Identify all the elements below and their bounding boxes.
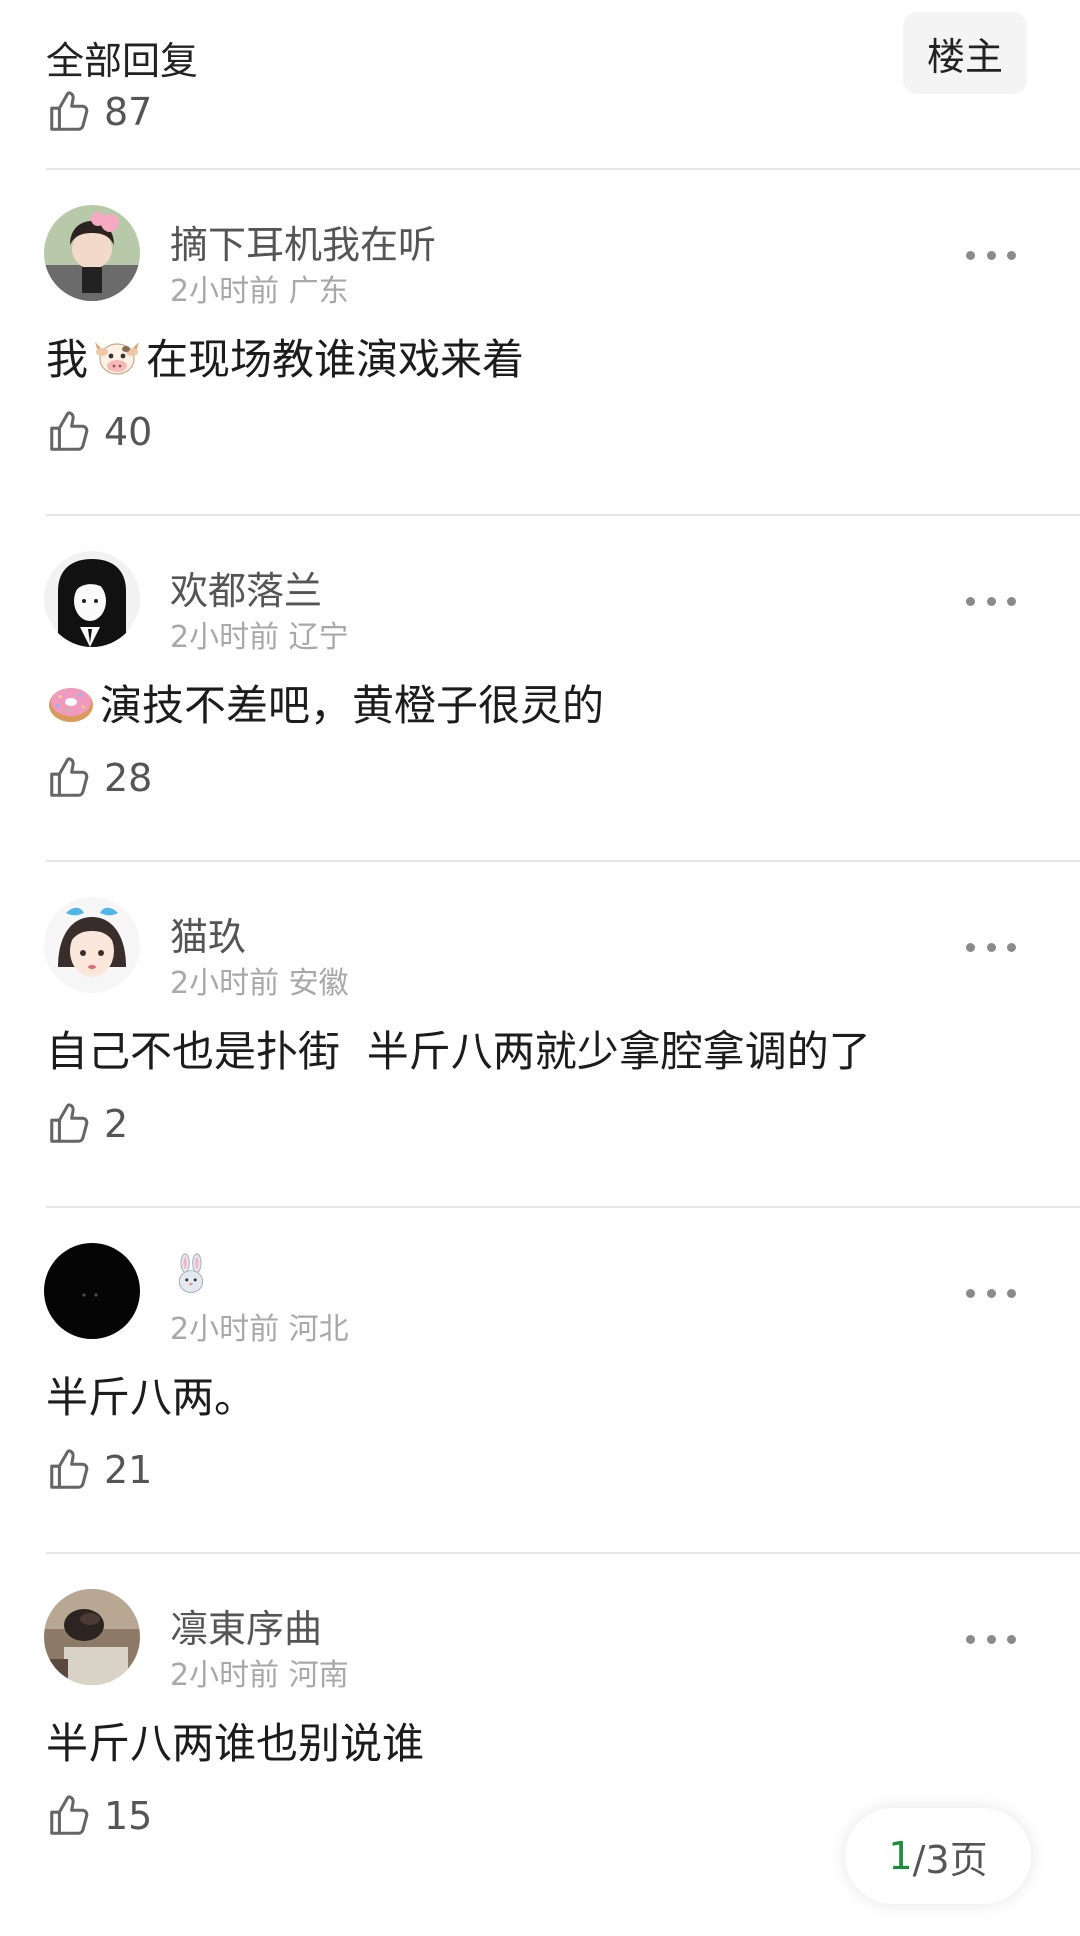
comment-item: 猫玖 2小时前 安徽 自己不也是扑街 半斤八两就少拿腔拿调的了 2 (0, 862, 1080, 1206)
thumbs-up-icon (50, 1449, 89, 1489)
avatar[interactable] (44, 205, 140, 301)
username[interactable]: 摘下耳机我在听 (170, 214, 436, 269)
comment-time: 2小时前 (170, 620, 280, 655)
like-button[interactable]: 15 (46, 1786, 152, 1846)
username[interactable]: 凛東序曲 (170, 1598, 322, 1653)
comment-time: 2小时前 (170, 1658, 280, 1693)
header-title: 全部回复 (46, 39, 199, 83)
rabbit-emoji (170, 1252, 212, 1296)
avatar[interactable] (44, 897, 140, 993)
thumbs-up-icon (50, 91, 89, 131)
username[interactable] (170, 1252, 212, 1305)
like-count: 2 (104, 1102, 129, 1146)
comment-location: 安徽 (288, 966, 349, 1001)
like-count: 87 (104, 90, 153, 134)
comment-meta: 2小时前 辽宁 (170, 612, 349, 656)
donut-emoji (46, 678, 96, 728)
more-icon[interactable] (966, 1624, 1016, 1654)
comment-time: 2小时前 (170, 1312, 280, 1347)
like-button[interactable]: 21 (46, 1440, 152, 1500)
comment-meta: 2小时前 安徽 (170, 958, 349, 1002)
like-button[interactable]: 28 (46, 748, 152, 808)
comment-page: 全部回复 楼主 87 摘下耳机我在听 2小时前 广东 我 在现场教谁演戏来着 4… (0, 0, 1080, 1936)
like-count: 21 (104, 1448, 153, 1492)
comment-text: 半斤八两谁也别说谁 (46, 1719, 425, 1768)
like-button[interactable]: 40 (46, 402, 152, 462)
thumbs-up-icon (50, 1795, 89, 1835)
cow-emoji (92, 332, 142, 382)
comment-location: 河北 (288, 1312, 349, 1347)
avatar[interactable] (44, 551, 140, 647)
like-button[interactable]: 2 (46, 1094, 128, 1154)
avatar[interactable] (44, 1589, 140, 1685)
comment-location: 辽宁 (288, 620, 349, 655)
more-icon[interactable] (966, 1278, 1016, 1308)
like-button[interactable]: 87 (46, 82, 152, 142)
like-count: 15 (104, 1794, 153, 1838)
more-icon[interactable] (966, 586, 1016, 616)
comment-item: 2小时前 河北 半斤八两。 21 (0, 1208, 1080, 1552)
more-icon[interactable] (966, 932, 1016, 962)
comment-text: 半斤八两。 (46, 1373, 257, 1422)
like-count: 28 (104, 756, 153, 800)
comment-item: 摘下耳机我在听 2小时前 广东 我 在现场教谁演戏来着 40 (0, 170, 1080, 514)
avatar[interactable] (44, 1243, 140, 1339)
comment-time: 2小时前 (170, 966, 280, 1001)
comment-text: 自己不也是扑街 半斤八两就少拿腔拿调的了 (46, 1027, 871, 1076)
username[interactable]: 猫玖 (170, 906, 246, 961)
thumbs-up-icon (50, 1103, 89, 1143)
comment-meta: 2小时前 河南 (170, 1650, 349, 1694)
header: 全部回复 楼主 (0, 0, 1080, 110)
comment-meta: 2小时前 河北 (170, 1304, 349, 1348)
comment-location: 广东 (288, 274, 349, 309)
current-page: 1 (888, 1834, 913, 1878)
thumbs-up-icon (50, 757, 89, 797)
comment-text: 演技不差吧，黄橙子很灵的 (46, 672, 604, 733)
comment-time: 2小时前 (170, 274, 280, 309)
more-icon[interactable] (966, 240, 1016, 270)
like-count: 40 (104, 410, 153, 454)
comment-meta: 2小时前 广东 (170, 266, 349, 310)
page-indicator-button[interactable]: 1 /3页 (845, 1808, 1031, 1904)
username[interactable]: 欢都落兰 (170, 560, 322, 615)
owner-only-button[interactable]: 楼主 (903, 12, 1027, 94)
comment-item: 欢都落兰 2小时前 辽宁 演技不差吧，黄橙子很灵的 28 (0, 516, 1080, 860)
thumbs-up-icon (50, 411, 89, 451)
comment-location: 河南 (288, 1658, 349, 1693)
comment-text: 我 在现场教谁演戏来着 (46, 326, 524, 387)
total-pages: /3页 (912, 1837, 988, 1882)
